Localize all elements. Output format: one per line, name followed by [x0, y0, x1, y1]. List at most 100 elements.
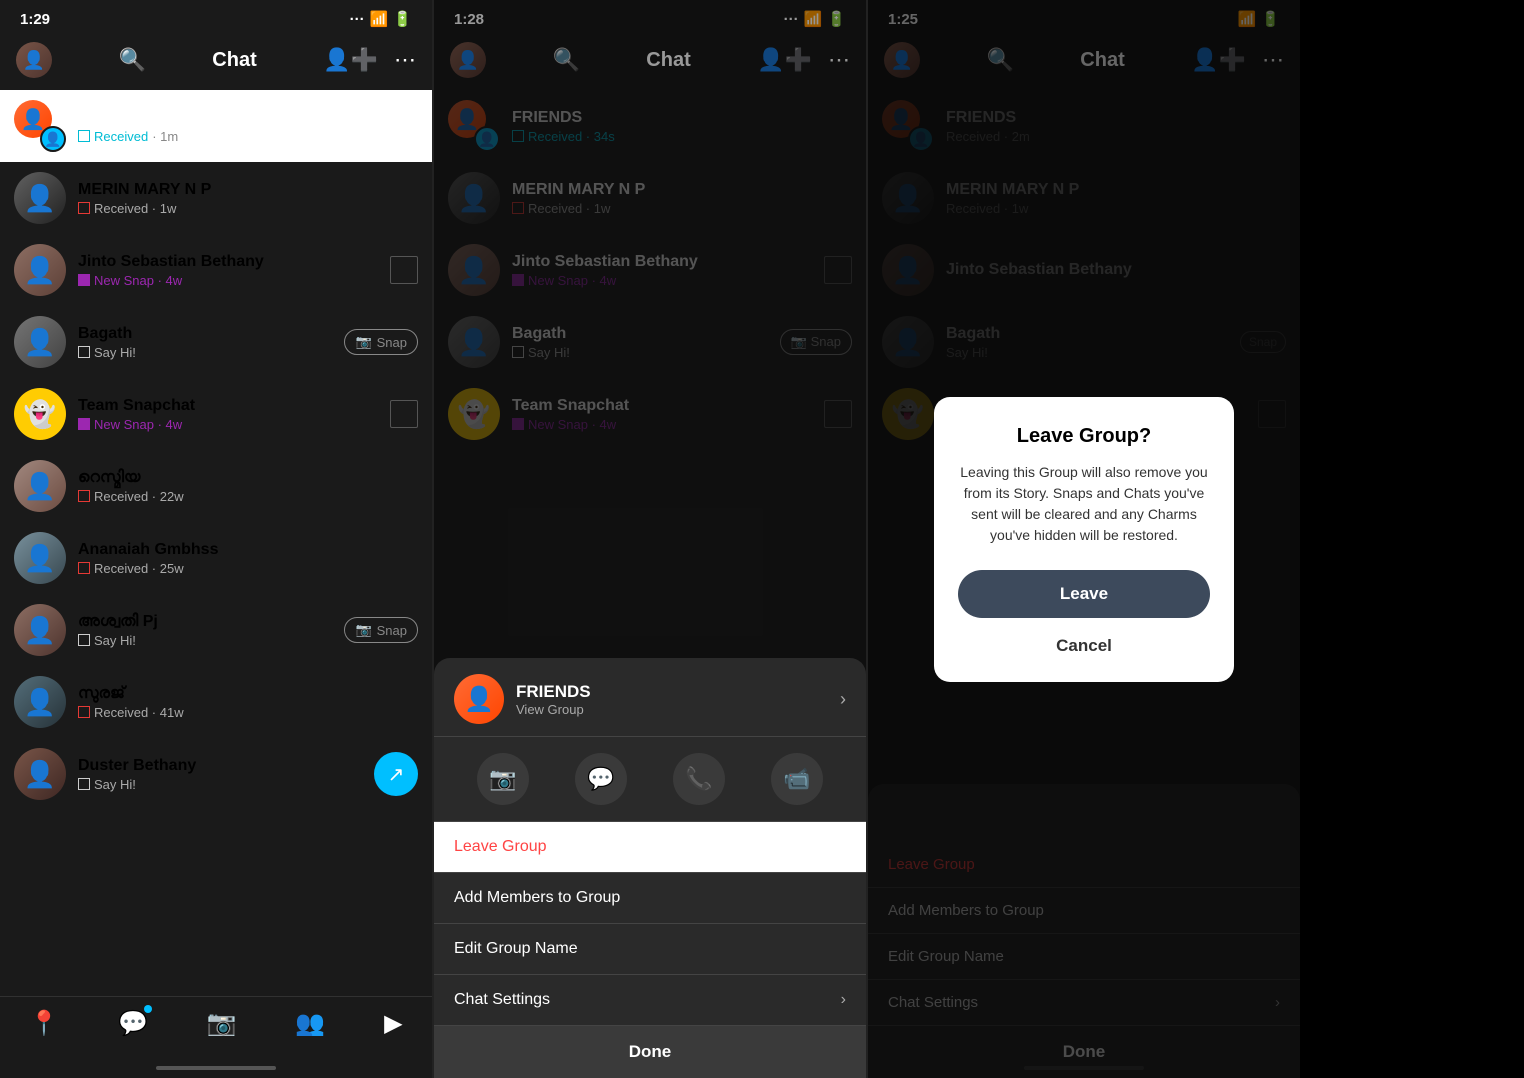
jinto-name: Jinto Sebastian Bethany — [78, 253, 378, 271]
chat-settings-item[interactable]: Chat Settings › — [434, 975, 866, 1026]
chat-item-aswathi[interactable]: 👤 അശ്വതി Pj Say Hi! 📷 Snap — [0, 594, 432, 666]
leave-group-item[interactable]: Leave Group — [434, 822, 866, 873]
status-bar-1: 1:29 ··· 📶 🔋 — [0, 0, 432, 34]
chat-notification-dot — [144, 1005, 152, 1013]
jinto-avatar: 👤 — [14, 244, 66, 296]
resmiya-status-icon — [78, 490, 90, 502]
action-group-info: 👤 FRIENDS View Group — [454, 674, 591, 724]
phone-1: 1:29 ··· 📶 🔋 👤 🔍 Chat 👤➕ ⋯ 👤 👤 FRIENDS — [0, 0, 432, 1078]
leave-confirm-button[interactable]: Leave — [958, 570, 1210, 618]
jinto-action — [390, 256, 418, 284]
friends-group-avatar: 👤 👤 — [14, 100, 66, 152]
chat-settings-chevron-icon: › — [841, 991, 846, 1009]
snap-button-aswathi[interactable]: 📷 Snap — [344, 617, 418, 643]
chat-item-bagath[interactable]: 👤 Bagath Say Hi! 📷 Snap — [0, 306, 432, 378]
action-group-text: FRIENDS View Group — [516, 682, 591, 717]
wifi-icon: 📶 — [370, 10, 389, 28]
duster-name: Duster Bethany — [78, 757, 362, 775]
chat-item-resmiya[interactable]: 👤 റെസ്മിയ Received · 22w — [0, 450, 432, 522]
friends-status-text: Received — [94, 129, 148, 144]
ananaiah-avatar: 👤 — [14, 532, 66, 584]
chat-item-team-snapchat[interactable]: 👻 Team Snapchat New Snap · 4w — [0, 378, 432, 450]
edit-group-name-item[interactable]: Edit Group Name — [434, 924, 866, 975]
snap-empty-icon-2 — [390, 400, 418, 428]
team-snapchat-avatar: 👻 — [14, 388, 66, 440]
nav-friends[interactable]: 👥 — [295, 1009, 325, 1038]
resmiya-name: റെസ്മിയ — [78, 469, 418, 487]
add-members-item[interactable]: Add Members to Group — [434, 873, 866, 924]
nav-chat[interactable]: 💬 — [118, 1009, 148, 1038]
bagath-sub: Say Hi! — [78, 345, 332, 360]
duster-info: Duster Bethany Say Hi! — [78, 757, 362, 792]
snap-button-bagath[interactable]: 📷 Snap — [344, 329, 418, 355]
leave-modal-body: Leaving this Group will also remove you … — [958, 462, 1210, 546]
camera-icon-2: 📷 — [355, 622, 371, 638]
bottom-nav-1: 📍 💬 📷 👥 ▶ — [0, 996, 432, 1058]
chat-item-duster[interactable]: 👤 Duster Bethany Say Hi! ↗ — [0, 738, 432, 810]
jinto-status-icon — [78, 274, 90, 286]
action-sheet-2: 👤 FRIENDS View Group › 📷 💬 📞 📹 Leave — [434, 658, 866, 1078]
phone-2: 1:28 ··· 📶 🔋 👤 🔍 Chat 👤➕ ⋯ 👤 👤 FRIENDS — [434, 0, 866, 1078]
chat-item-jinto[interactable]: 👤 Jinto Sebastian Bethany New Snap · 4w — [0, 234, 432, 306]
share-button-duster[interactable]: ↗ — [374, 752, 418, 796]
leave-modal-overlay: Leave Group? Leaving this Group will als… — [868, 0, 1300, 1078]
friends-name: FRIENDS — [78, 109, 418, 127]
nav-stories[interactable]: ▶ — [384, 1009, 402, 1038]
video-action-icon[interactable]: 📹 — [771, 753, 823, 805]
snap-label: Snap — [377, 335, 407, 350]
cancel-modal-button[interactable]: Cancel — [958, 622, 1210, 670]
search-icon-1[interactable]: 🔍 — [118, 47, 145, 73]
duster-avatar: 👤 — [14, 748, 66, 800]
suraj-info: സുരജ് Received · 41w — [78, 685, 418, 720]
chat-item-friends[interactable]: 👤 👤 FRIENDS Received · 1m — [0, 90, 432, 162]
camera-action-icon[interactable]: 📷 — [477, 753, 529, 805]
chat-settings-label: Chat Settings — [454, 991, 550, 1009]
more-icon[interactable]: ⋯ — [394, 47, 416, 73]
aswathi-action[interactable]: 📷 Snap — [344, 617, 418, 643]
nav-location[interactable]: 📍 — [29, 1009, 59, 1038]
merin-name: MERIN MARY N P — [78, 181, 418, 199]
merin-sub: Received · 1w — [78, 201, 418, 216]
aswathi-info: അശ്വതി Pj Say Hi! — [78, 613, 332, 648]
action-group-sub: View Group — [516, 702, 591, 717]
friends-status-icon — [78, 130, 90, 142]
leave-group-label: Leave Group — [454, 838, 547, 856]
add-friend-icon[interactable]: 👤➕ — [323, 47, 378, 73]
bagath-avatar: 👤 — [14, 316, 66, 368]
suraj-name: സുരജ് — [78, 685, 418, 703]
call-action-icon[interactable]: 📞 — [673, 753, 725, 805]
aswathi-status-icon — [78, 634, 90, 646]
action-group-avatar: 👤 — [454, 674, 504, 724]
nav-camera[interactable]: 📷 — [207, 1009, 237, 1038]
snap-empty-icon — [390, 256, 418, 284]
action-items: Leave Group Add Members to Group Edit Gr… — [434, 822, 866, 1026]
status-time-1: 1:29 — [20, 11, 50, 28]
action-sheet-header[interactable]: 👤 FRIENDS View Group › — [434, 658, 866, 737]
chat-item-suraj[interactable]: 👤 സുരജ് Received · 41w — [0, 666, 432, 738]
chat-item-ananaiah[interactable]: 👤 Ananaiah Gmbhss Received · 25w — [0, 522, 432, 594]
ananaiah-sub: Received · 25w — [78, 561, 418, 576]
duster-sub: Say Hi! — [78, 777, 362, 792]
chat-list-1: 👤 👤 FRIENDS Received · 1m 👤 MERIN MARY N… — [0, 90, 432, 996]
duster-action[interactable]: ↗ — [374, 752, 418, 796]
bagath-status-icon — [78, 346, 90, 358]
done-button-2[interactable]: Done — [434, 1026, 866, 1078]
status-icons-1: ··· 📶 🔋 — [350, 10, 412, 28]
home-bar-1 — [156, 1066, 276, 1070]
ananaiah-status-text: Received · 25w — [94, 561, 184, 576]
home-indicator-1 — [0, 1058, 432, 1078]
chat-item-merin[interactable]: 👤 MERIN MARY N P Received · 1w — [0, 162, 432, 234]
chat-action-icon[interactable]: 💬 — [575, 753, 627, 805]
header-title-1: Chat — [212, 49, 256, 72]
leave-modal: Leave Group? Leaving this Group will als… — [934, 397, 1234, 682]
duster-status-text: Say Hi! — [94, 777, 136, 792]
merin-status-icon — [78, 202, 90, 214]
profile-avatar-1[interactable]: 👤 — [16, 42, 52, 78]
ananaiah-status-icon — [78, 562, 90, 574]
merin-status-text: Received · 1w — [94, 201, 176, 216]
team-snapchat-status-text: New Snap · 4w — [94, 417, 182, 432]
jinto-sub: New Snap · 4w — [78, 273, 378, 288]
aswathi-status-text: Say Hi! — [94, 633, 136, 648]
bagath-action[interactable]: 📷 Snap — [344, 329, 418, 355]
phone-3: 1:25 📶 🔋 👤 🔍 Chat 👤➕ ⋯ 👤 👤 FRIENDS Recei… — [868, 0, 1300, 1078]
